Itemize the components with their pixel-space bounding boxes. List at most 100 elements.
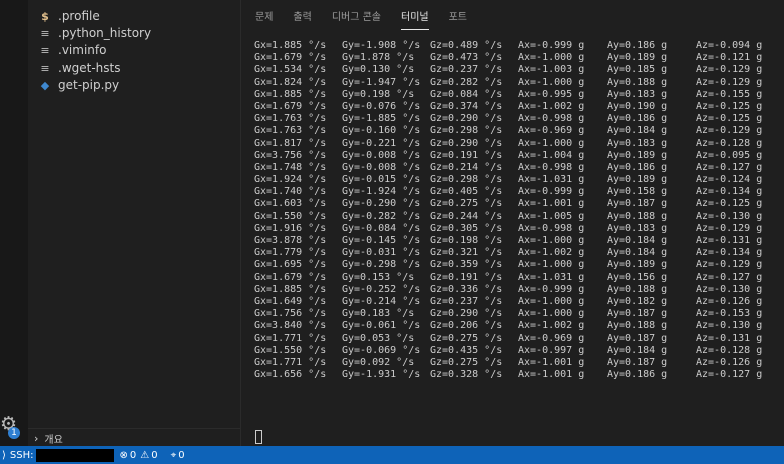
terminal-line: Gx=1.550 °/s Gy=-0.069 °/s Gz=0.435 °/s Ax=… bbox=[254, 345, 784, 357]
warning-icon: ⚠ bbox=[140, 449, 150, 461]
terminal-value: Gy=-0.252 °/s bbox=[342, 283, 421, 295]
file-label: get-pip.py bbox=[58, 78, 120, 92]
terminal-value: Ax=-0.998 g bbox=[518, 161, 585, 173]
terminal-value: Ax=-1.004 g bbox=[518, 149, 585, 161]
terminal-value: Gx=1.763 °/s bbox=[254, 113, 327, 125]
terminal-value: Ay=0.186 g bbox=[607, 40, 668, 51]
panel-tabs: 문제 출력 디버그 콘솔 터미널 포트 bbox=[241, 8, 473, 30]
tab-output[interactable]: 출력 bbox=[293, 8, 311, 30]
terminal-value: Az=-0.128 g bbox=[696, 344, 763, 356]
terminal-value: Gz=0.237 °/s bbox=[430, 64, 503, 76]
tab-terminal[interactable]: 터미널 bbox=[401, 8, 429, 30]
terminal-value: Ax=-1.000 g bbox=[518, 235, 585, 246]
outline-section-header[interactable]: › 개요 bbox=[28, 428, 240, 447]
status-bar: ⟩ SSH: ⊗ 0 ⚠ 0 ⌖ 0 bbox=[0, 446, 784, 464]
terminal-value: Gz=0.275 °/s bbox=[430, 198, 503, 210]
terminal-value: Gx=1.924 °/s bbox=[254, 174, 327, 186]
terminal-line: Gx=1.656 °/s Gy=-1.931 °/s Gz=0.328 °/s Ax=… bbox=[254, 369, 784, 381]
terminal-value: Gx=1.679 °/s bbox=[254, 271, 327, 283]
terminal-value: Gx=1.817 °/s bbox=[254, 137, 327, 149]
terminal-value: Az=-0.094 g bbox=[696, 40, 763, 51]
redacted-host bbox=[35, 448, 114, 462]
terminal-value: Gz=0.275 °/s bbox=[430, 332, 503, 344]
terminal-line: Gx=1.771 °/s Gy=0.092 °/s Gz=0.275 °/s Ax=-… bbox=[254, 357, 784, 369]
terminal-value: Gz=0.191 °/s bbox=[430, 271, 503, 283]
tab-ports[interactable]: 포트 bbox=[449, 8, 467, 30]
terminal-value: Ax=-0.999 g bbox=[518, 186, 585, 198]
terminal-value: Ay=0.183 g bbox=[607, 88, 668, 100]
remote-label: SSH: bbox=[9, 449, 34, 461]
terminal-value: Az=-0.153 g bbox=[696, 308, 763, 320]
terminal-value: Ax=-1.000 g bbox=[518, 137, 585, 149]
remote-indicator[interactable]: ⟩ SSH: bbox=[0, 446, 120, 464]
terminal-value: Ax=-1.001 g bbox=[518, 198, 585, 210]
terminal-value: Gz=0.237 °/s bbox=[430, 295, 503, 307]
terminal-value: Ax=-1.000 g bbox=[518, 52, 585, 64]
terminal-value: Az=-0.128 g bbox=[696, 137, 763, 149]
file-item-profile[interactable]: $ .profile bbox=[28, 7, 240, 25]
terminal-value: Gx=1.763 °/s bbox=[254, 125, 327, 137]
file-item-viminfo[interactable]: ≡ .viminfo bbox=[28, 41, 240, 59]
file-item-python-history[interactable]: ≡ .python_history bbox=[28, 24, 240, 42]
terminal-value: Gz=0.282 °/s bbox=[430, 76, 503, 88]
terminal-value: Ax=-1.031 g bbox=[518, 271, 585, 283]
terminal-value: Gy=-0.015 °/s bbox=[342, 174, 421, 186]
terminal-value: Gz=0.473 °/s bbox=[430, 52, 503, 64]
tab-problems[interactable]: 문제 bbox=[255, 8, 273, 30]
ports-indicator[interactable]: ⌖ 0 bbox=[171, 450, 185, 461]
terminal-value: Gy=0.153 °/s bbox=[342, 271, 415, 283]
file-item-get-pip[interactable]: ◆ get-pip.py bbox=[28, 76, 240, 94]
terminal-value: Gx=1.534 °/s bbox=[254, 64, 327, 76]
tab-debug-console[interactable]: 디버그 콘솔 bbox=[332, 8, 381, 30]
file-item-wget-hsts[interactable]: ≡ .wget-hsts bbox=[28, 59, 240, 77]
terminal-line: Gx=1.885 °/s Gy=0.198 °/s Gz=0.084 °/s Ax=-… bbox=[254, 89, 784, 101]
terminal-value: Az=-0.125 g bbox=[696, 198, 763, 210]
terminal-value: Az=-0.127 g bbox=[696, 271, 763, 283]
problems-indicator[interactable]: ⊗ 0 ⚠ 0 bbox=[120, 450, 158, 461]
terminal-value: Ay=0.183 g bbox=[607, 137, 668, 149]
python-icon: ◆ bbox=[40, 78, 50, 92]
terminal-value: Gx=1.649 °/s bbox=[254, 295, 327, 307]
terminal-value: Gx=1.885 °/s bbox=[254, 283, 327, 295]
terminal-value: Gx=3.878 °/s bbox=[254, 235, 327, 246]
terminal-output[interactable]: Gx=1.885 °/s Gy=-1.908 °/s Gz=0.489 °/s Ax=… bbox=[254, 40, 784, 381]
terminal-value: Az=-0.124 g bbox=[696, 174, 763, 186]
terminal-value: Ax=-0.999 g bbox=[518, 40, 585, 51]
terminal-value: Gz=0.275 °/s bbox=[430, 356, 503, 368]
terminal-value: Gx=3.840 °/s bbox=[254, 320, 327, 332]
terminal-value: Gz=0.489 °/s bbox=[430, 40, 503, 51]
terminal-line: Gx=1.550 °/s Gy=-0.282 °/s Gz=0.244 °/s Ax=… bbox=[254, 211, 784, 223]
terminal-value: Gy=-0.221 °/s bbox=[342, 137, 421, 149]
settings-badge: 1 bbox=[8, 427, 20, 439]
terminal-line: Gx=1.824 °/s Gy=-1.947 °/s Gz=0.282 °/s Ax=… bbox=[254, 77, 784, 89]
terminal-value: Ax=-0.998 g bbox=[518, 113, 585, 125]
terminal-line: Gx=3.840 °/s Gy=-0.061 °/s Gz=0.206 °/s Ax=… bbox=[254, 320, 784, 332]
terminal-value: Gx=1.679 °/s bbox=[254, 52, 327, 64]
terminal-value: Gy=-0.160 °/s bbox=[342, 125, 421, 137]
manage-button[interactable]: ⚙ 1 bbox=[0, 414, 24, 439]
error-count: 0 bbox=[129, 449, 137, 461]
terminal-value: Gz=0.359 °/s bbox=[430, 259, 503, 271]
terminal-value: Az=-0.127 g bbox=[696, 161, 763, 173]
terminal-value: Az=-0.125 g bbox=[696, 113, 763, 125]
chevron-right-icon: › bbox=[34, 431, 39, 445]
terminal-line: Gx=1.885 °/s Gy=-1.908 °/s Gz=0.489 °/s Ax=… bbox=[254, 40, 784, 52]
terminal-value: Gy=-0.008 °/s bbox=[342, 149, 421, 161]
terminal-line: Gx=1.916 °/s Gy=-0.084 °/s Gz=0.305 °/s Ax=… bbox=[254, 223, 784, 235]
terminal-value: Gx=1.756 °/s bbox=[254, 308, 327, 320]
terminal-line: Gx=3.756 °/s Gy=-0.008 °/s Gz=0.191 °/s Ax=… bbox=[254, 150, 784, 162]
terminal-value: Gz=0.214 °/s bbox=[430, 161, 503, 173]
terminal-value: Ay=0.184 g bbox=[607, 235, 668, 246]
terminal-value: Gz=0.290 °/s bbox=[430, 137, 503, 149]
file-label: .wget-hsts bbox=[58, 61, 121, 75]
terminal-value: Gy=-0.031 °/s bbox=[342, 247, 421, 259]
terminal-value: Gy=-0.214 °/s bbox=[342, 295, 421, 307]
terminal-value: Gz=0.206 °/s bbox=[430, 320, 503, 332]
terminal-value: Ay=0.156 g bbox=[607, 271, 668, 283]
terminal-line: Gx=3.878 °/s Gy=-0.145 °/s Gz=0.198 °/s Ax=… bbox=[254, 235, 784, 247]
terminal-value: Gz=0.298 °/s bbox=[430, 125, 503, 137]
terminal-value: Gx=1.550 °/s bbox=[254, 210, 327, 222]
terminal-value: Ay=0.183 g bbox=[607, 222, 668, 234]
terminal-value: Az=-0.130 g bbox=[696, 283, 763, 295]
terminal-value: Ay=0.182 g bbox=[607, 295, 668, 307]
